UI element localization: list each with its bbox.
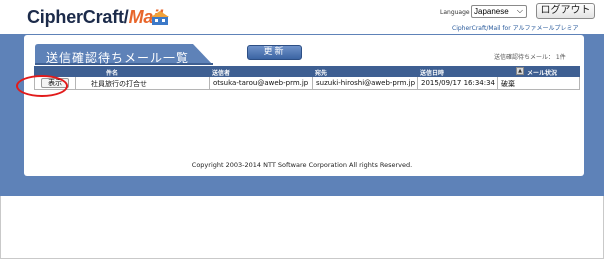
row-subject: 社員旅行の打合せ (91, 80, 147, 88)
row-sender: otsuka-tarou@aweb-prm.jp (213, 79, 309, 87)
app-logo: CipherCraft/Mail (27, 7, 163, 28)
column-recipient[interactable]: 宛先 (315, 68, 327, 77)
row-status: 破棄 (501, 80, 515, 88)
language-label: Language (440, 9, 470, 16)
refresh-button[interactable]: 更新 (247, 45, 302, 60)
pending-count-text: 送信確認待ちメール： 1件 (494, 54, 566, 61)
language-select[interactable]: Japanese ⌵ (471, 5, 527, 18)
table-row: 表示 社員旅行の打合せ otsuka-tarou@aweb-prm.jp suz… (34, 77, 580, 90)
column-divider (497, 77, 498, 90)
mail-building-icon (151, 10, 169, 25)
chevron-down-icon: ⌵ (516, 6, 523, 15)
column-status[interactable]: メール状況 (527, 68, 557, 77)
table-header: 件名 送信者 宛先 送信日時 ▲ メール状況 (34, 66, 580, 77)
app-header: CipherCraft/Mail Language Japanese ⌵ ログア… (0, 0, 604, 34)
logout-button[interactable]: ログアウト (536, 3, 595, 19)
column-sender[interactable]: 送信者 (212, 68, 230, 77)
column-divider (312, 77, 313, 90)
column-subject[interactable]: 件名 (106, 68, 118, 77)
column-divider (417, 77, 418, 90)
highlight-circle (16, 75, 68, 97)
column-divider (209, 77, 210, 90)
copyright-text: Copyright 2003-2014 NTT Software Corpora… (191, 161, 413, 169)
page-title: 送信確認待ちメール一覧 (46, 51, 190, 65)
logo-text: CipherCraft/ (27, 7, 129, 27)
product-name: CipherCraft/Mail for アルファメールプレミア (452, 25, 579, 32)
language-value: Japanese (474, 7, 509, 16)
row-sent-at: 2015/09/17 16:34:34 (421, 79, 496, 87)
sort-icon[interactable]: ▲ (516, 67, 524, 75)
row-recipient: suzuki-hiroshi@aweb-prm.jp (316, 79, 416, 87)
page-title-tab: 送信確認待ちメール一覧 (35, 44, 213, 65)
column-sent-at[interactable]: 送信日時 (420, 68, 444, 77)
column-divider (75, 77, 76, 90)
